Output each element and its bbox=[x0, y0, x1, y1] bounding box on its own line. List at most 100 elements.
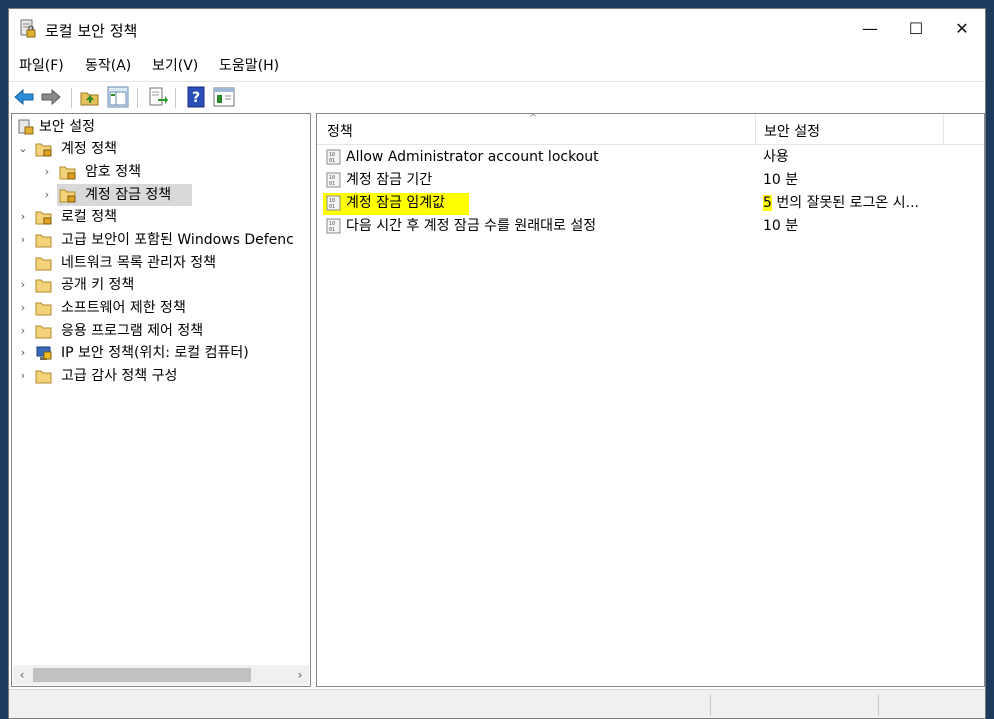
expand-icon[interactable]: › bbox=[17, 229, 29, 251]
menu-action[interactable]: 동작(A) bbox=[85, 55, 131, 75]
title-bar[interactable]: 로컬 보안 정책 — ☐ ✕ bbox=[9, 9, 985, 49]
policy-value: 10 분 bbox=[763, 172, 799, 188]
status-divider bbox=[710, 694, 711, 716]
column-header-policy[interactable]: 정책 bbox=[327, 121, 353, 141]
menu-file[interactable]: 파일(F) bbox=[19, 55, 64, 75]
toolbar-separator bbox=[137, 88, 138, 108]
scroll-left-arrow[interactable]: ‹ bbox=[13, 665, 31, 685]
show-hide-tree-icon[interactable] bbox=[107, 86, 129, 108]
tree-item-software-restriction[interactable]: › 소프트웨어 제한 정책 bbox=[15, 297, 305, 319]
toolbar-separator bbox=[175, 88, 176, 108]
console-view-icon[interactable] bbox=[213, 86, 235, 108]
security-policy-app-icon bbox=[19, 19, 37, 39]
expand-icon[interactable]: › bbox=[17, 274, 29, 296]
security-settings-icon bbox=[17, 119, 35, 135]
highlighted-value: 5 bbox=[763, 195, 772, 211]
svg-text:01: 01 bbox=[329, 204, 335, 210]
tree-item-ip-security[interactable]: › IP 보안 정책(위치: 로컬 컴퓨터) bbox=[15, 342, 305, 364]
svg-text:01: 01 bbox=[329, 227, 335, 233]
up-folder-icon[interactable] bbox=[79, 86, 101, 108]
policy-name: 다음 시간 후 계정 잠금 수를 원래대로 설정 bbox=[346, 218, 597, 234]
expand-icon[interactable]: › bbox=[41, 184, 53, 206]
tree-item-label: 소프트웨어 제한 정책 bbox=[61, 300, 186, 316]
folder-lock-icon bbox=[59, 164, 77, 180]
scrollbar-thumb[interactable] bbox=[33, 668, 251, 682]
tree-item-label: 보안 설정 bbox=[39, 119, 95, 135]
folder-icon bbox=[35, 255, 53, 271]
tree-item-label: 계정 잠금 정책 bbox=[85, 187, 172, 203]
tree-item-local-policies[interactable]: › 로컬 정책 bbox=[15, 206, 305, 228]
toolbar: ? bbox=[9, 81, 985, 114]
folder-lock-icon bbox=[59, 187, 77, 203]
tree-item-label: IP 보안 정책(위치: 로컬 컴퓨터) bbox=[61, 345, 249, 361]
horizontal-scrollbar[interactable]: ‹ › bbox=[13, 665, 309, 685]
tree-item-security-settings[interactable]: 보안 설정 bbox=[15, 116, 305, 138]
folder-icon bbox=[35, 300, 53, 316]
svg-text:?: ? bbox=[192, 90, 200, 106]
tree-item-windows-defender-firewall[interactable]: › 고급 보안이 포함된 Windows Defenc bbox=[15, 229, 305, 251]
status-bar bbox=[9, 689, 985, 718]
column-header-security-setting[interactable]: 보안 설정 bbox=[764, 121, 820, 141]
policy-value: 5 번의 잘못된 로그온 시... bbox=[763, 192, 919, 215]
forward-icon[interactable] bbox=[40, 86, 62, 108]
ip-security-icon bbox=[35, 345, 53, 361]
close-button[interactable]: ✕ bbox=[939, 9, 985, 49]
status-divider bbox=[878, 694, 879, 716]
column-divider[interactable] bbox=[755, 114, 756, 144]
tree-item-advanced-audit[interactable]: › 고급 감사 정책 구성 bbox=[15, 365, 305, 387]
list-row[interactable]: 10 01 다음 시간 후 계정 잠금 수를 원래대로 설정 10 분 bbox=[317, 215, 984, 238]
folder-icon bbox=[35, 232, 53, 248]
expand-icon[interactable]: › bbox=[17, 320, 29, 342]
policy-name: 계정 잠금 임계값 bbox=[346, 195, 446, 211]
policy-name: Allow Administrator account lockout bbox=[346, 149, 599, 165]
policy-list-pane[interactable]: 정책 ^ 보안 설정 10 01 Allow Administrator acco… bbox=[316, 113, 985, 687]
expand-icon[interactable]: › bbox=[41, 161, 53, 183]
policy-value: 사용 bbox=[763, 149, 789, 165]
expand-icon[interactable]: › bbox=[17, 365, 29, 387]
tree-item-public-key-policies[interactable]: › 공개 키 정책 bbox=[15, 274, 305, 296]
list-row[interactable]: 10 01 Allow Administrator account lockout… bbox=[317, 146, 984, 169]
folder-icon bbox=[35, 277, 53, 293]
expand-icon[interactable]: › bbox=[17, 206, 29, 228]
scroll-right-arrow[interactable]: › bbox=[291, 665, 309, 685]
tree-item-password-policy[interactable]: › 암호 정책 bbox=[15, 161, 305, 183]
collapse-icon[interactable]: ⌄ bbox=[17, 138, 29, 160]
list-header: 정책 ^ 보안 설정 bbox=[317, 114, 984, 145]
tree-item-account-policies[interactable]: ⌄ 계정 정책 bbox=[15, 138, 305, 160]
svg-text:01: 01 bbox=[329, 158, 335, 164]
list-row[interactable]: 10 01 계정 잠금 기간 10 분 bbox=[317, 169, 984, 192]
policy-setting-icon: 10 01 bbox=[326, 149, 342, 165]
tree-item-label: 암호 정책 bbox=[85, 164, 141, 180]
tree-item-label: 계정 정책 bbox=[61, 141, 117, 157]
help-icon[interactable]: ? bbox=[185, 86, 207, 108]
folder-lock-icon bbox=[35, 141, 53, 157]
toolbar-separator bbox=[71, 88, 72, 108]
menu-view[interactable]: 보기(V) bbox=[152, 55, 198, 75]
menu-bar: 파일(F) 동작(A) 보기(V) 도움말(H) bbox=[9, 49, 985, 81]
tree-item-label: 공개 키 정책 bbox=[61, 277, 135, 293]
policy-setting-icon: 10 01 bbox=[326, 172, 342, 188]
expand-icon[interactable]: › bbox=[17, 297, 29, 319]
local-security-policy-window: 로컬 보안 정책 — ☐ ✕ 파일(F) 동작(A) 보기(V) 도움말(H) … bbox=[8, 8, 986, 719]
sort-indicator: ^ bbox=[529, 113, 538, 124]
menu-help[interactable]: 도움말(H) bbox=[219, 55, 279, 75]
minimize-button[interactable]: — bbox=[847, 9, 893, 49]
tree-item-label: 고급 감사 정책 구성 bbox=[61, 368, 178, 384]
maximize-button[interactable]: ☐ bbox=[893, 9, 939, 49]
list-row[interactable]: 10 01 계정 잠금 임계값 5 번의 잘못된 로그온 시... bbox=[317, 192, 984, 215]
value-text: 번의 잘못된 로그온 시... bbox=[771, 195, 919, 211]
policy-setting-icon: 10 01 bbox=[326, 218, 342, 234]
column-divider[interactable] bbox=[943, 114, 944, 144]
export-list-icon[interactable] bbox=[147, 86, 169, 108]
tree-item-account-lockout-policy[interactable]: › 계정 잠금 정책 bbox=[15, 184, 305, 206]
tree-item-network-list-manager[interactable]: 네트워크 목록 관리자 정책 bbox=[15, 252, 305, 274]
back-icon[interactable] bbox=[13, 86, 35, 108]
expand-icon[interactable]: › bbox=[17, 342, 29, 364]
tree-item-application-control[interactable]: › 응용 프로그램 제어 정책 bbox=[15, 320, 305, 342]
tree-pane[interactable]: 보안 설정 ⌄ 계정 정책 › 암호 정책 › 계정 잠금 정책 › 로컬 정책… bbox=[11, 113, 311, 687]
tree-item-label: 응용 프로그램 제어 정책 bbox=[61, 323, 204, 339]
policy-setting-icon: 10 01 bbox=[326, 195, 342, 211]
policy-name: 계정 잠금 기간 bbox=[346, 172, 433, 188]
tree-item-label: 고급 보안이 포함된 Windows Defenc bbox=[61, 232, 294, 248]
window-title: 로컬 보안 정책 bbox=[45, 22, 138, 40]
